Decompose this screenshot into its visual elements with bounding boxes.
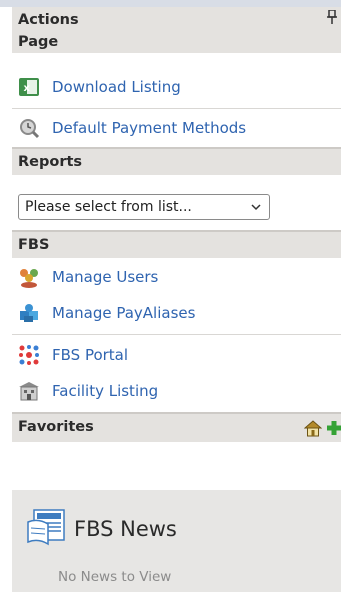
newspaper-icon	[26, 508, 68, 550]
favorites-actions	[303, 419, 341, 446]
favorites-header-label: Favorites	[18, 419, 94, 435]
news-title: FBS News	[74, 517, 177, 541]
manage-payaliases-label: Manage PayAliases	[52, 304, 196, 322]
actions-page-header: Actions Page	[12, 7, 341, 53]
fbs-header-label: FBS	[18, 237, 50, 253]
manage-payaliases-link[interactable]: Manage PayAliases	[12, 296, 341, 330]
download-listing-label: Download Listing	[52, 78, 181, 96]
reports-select-value: Please select from list...	[25, 199, 192, 215]
excel-icon: x	[18, 76, 40, 98]
favorites-header: Favorites	[12, 412, 341, 442]
home-icon[interactable]	[303, 419, 323, 446]
fbs-header: FBS	[12, 230, 341, 258]
portal-icon	[18, 344, 40, 366]
actions-panel: Actions Page x Download Listing Default …	[12, 7, 341, 592]
fbs-portal-label: FBS Portal	[52, 346, 129, 364]
manage-users-label: Manage Users	[52, 268, 159, 286]
manage-users-link[interactable]: Manage Users	[12, 260, 341, 294]
top-strip	[0, 0, 341, 7]
chevron-down-icon	[251, 195, 261, 227]
svg-text:x: x	[24, 83, 31, 94]
reports-header-label: Reports	[18, 154, 83, 170]
magnifier-icon	[18, 117, 40, 139]
facility-listing-link[interactable]: Facility Listing	[12, 374, 341, 408]
actions-header: Actions	[18, 12, 79, 28]
building-icon	[18, 380, 40, 402]
fbs-portal-link[interactable]: FBS Portal	[12, 338, 341, 372]
reports-select[interactable]: Please select from list...	[18, 194, 270, 220]
news-panel: FBS News No News to View	[12, 490, 341, 592]
add-icon[interactable]	[327, 419, 341, 446]
default-payment-methods-label: Default Payment Methods	[52, 119, 247, 137]
default-payment-methods-link[interactable]: Default Payment Methods	[12, 111, 341, 145]
page-header: Page	[18, 34, 59, 50]
pin-icon[interactable]	[327, 9, 337, 32]
divider	[12, 108, 341, 109]
news-empty-text: No News to View	[58, 569, 172, 585]
reports-header: Reports	[12, 147, 341, 175]
users-icon	[18, 266, 40, 288]
divider	[12, 334, 341, 335]
facility-listing-label: Facility Listing	[52, 382, 159, 400]
download-listing-link[interactable]: x Download Listing	[12, 70, 341, 104]
puzzle-icon	[18, 302, 40, 324]
